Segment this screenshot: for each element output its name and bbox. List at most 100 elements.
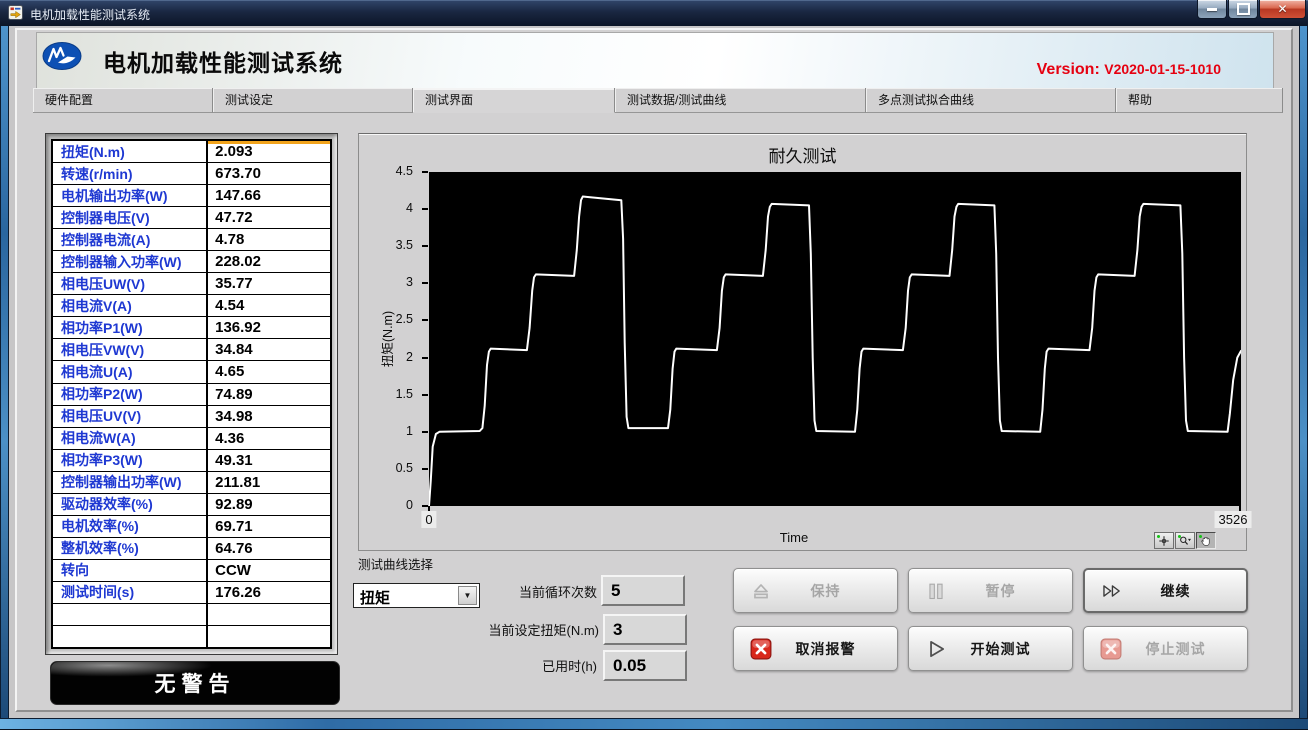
table-row: 相电压VW(V)34.84: [53, 339, 330, 361]
cycle-count-label: 当前循环次数: [427, 582, 597, 601]
continue-button[interactable]: 继续: [1083, 568, 1248, 613]
start-test-button[interactable]: 开始测试: [908, 626, 1073, 671]
maximize-icon: [1237, 3, 1250, 15]
eject-icon: [750, 580, 772, 602]
tab-hardware-config[interactable]: 硬件配置: [33, 88, 213, 113]
param-value-cell[interactable]: [208, 626, 330, 647]
param-value-cell[interactable]: 147.66: [208, 185, 330, 206]
y-tick-mark: [422, 394, 428, 396]
logo-icon: [42, 41, 82, 71]
table-row: 相功率P2(W)74.89: [53, 384, 330, 406]
param-value-cell[interactable]: 228.02: [208, 251, 330, 272]
app-icon: [8, 5, 23, 20]
crosshair-tool-icon[interactable]: [1154, 532, 1174, 549]
tab-label: 测试界面: [413, 88, 614, 113]
tab-bar: 硬件配置测试设定测试界面测试数据/测试曲线多点测试拟合曲线帮助: [33, 88, 1283, 114]
set-torque-label: 当前设定扭矩(N.m): [429, 620, 599, 639]
tab-test-interface[interactable]: 测试界面: [413, 88, 615, 113]
hold-button[interactable]: 保持: [733, 568, 898, 613]
param-label-cell: 扭矩(N.m): [53, 141, 208, 162]
param-label-cell: [53, 626, 208, 647]
button-label: 停止测试: [1146, 639, 1206, 659]
param-label-cell: 相电流W(A): [53, 428, 208, 449]
param-value-cell[interactable]: 35.77: [208, 273, 330, 294]
table-row: 测试时间(s)176.26: [53, 582, 330, 604]
param-value-cell[interactable]: 69.71: [208, 516, 330, 537]
param-value-cell[interactable]: 74.89: [208, 384, 330, 405]
pause-button[interactable]: 暂停: [908, 568, 1073, 613]
param-value-cell[interactable]: 4.54: [208, 295, 330, 316]
table-row: 电机效率(%)69.71: [53, 516, 330, 538]
hand-tool-icon[interactable]: [1196, 532, 1216, 549]
alarm-text: 无警告: [155, 668, 236, 698]
version-value: V2020-01-15-1010: [1104, 61, 1221, 77]
table-row: 相电压UW(V)35.77: [53, 273, 330, 295]
param-value-cell[interactable]: 4.78: [208, 229, 330, 250]
param-value-cell[interactable]: 92.89: [208, 494, 330, 515]
tab-label: 测试设定: [213, 88, 412, 113]
param-value-cell[interactable]: 47.72: [208, 207, 330, 228]
x-tick-mark: [1239, 506, 1241, 511]
table-row: [53, 626, 330, 647]
param-label-cell: 相电压UV(V): [53, 406, 208, 427]
version-label: Version:: [1037, 61, 1100, 78]
elapsed-time-value: 0.05: [603, 650, 687, 681]
close-button[interactable]: ✕: [1259, 0, 1306, 19]
param-value-cell[interactable]: 2.093: [208, 141, 330, 162]
param-label-cell: 测试时间(s): [53, 582, 208, 603]
tool-active-dot: [1199, 535, 1202, 538]
stop-test-button[interactable]: 停止测试: [1083, 626, 1248, 671]
plot-area[interactable]: [429, 172, 1241, 506]
chart-title: 耐久测试: [359, 142, 1246, 167]
maximize-button[interactable]: [1228, 0, 1258, 19]
cancel-alarm-button[interactable]: 取消报警: [733, 626, 898, 671]
minimize-button[interactable]: [1197, 0, 1227, 19]
page-title: 电机加载性能测试系统: [103, 44, 343, 78]
x-tick-label[interactable]: 0: [421, 511, 436, 528]
button-label: 保持: [811, 581, 841, 601]
param-value-cell[interactable]: 49.31: [208, 450, 330, 471]
fast-forward-icon: [1101, 580, 1123, 602]
y-tick-label: 1.5: [396, 387, 413, 401]
tab-test-data-curves[interactable]: 测试数据/测试曲线: [615, 88, 866, 113]
table-row: [53, 604, 330, 626]
param-label-cell: 转向: [53, 560, 208, 581]
button-label: 取消报警: [796, 639, 856, 659]
param-value-cell[interactable]: 176.26: [208, 582, 330, 603]
param-label-cell: [53, 604, 208, 625]
tab-multipoint-fit-curve[interactable]: 多点测试拟合曲线: [866, 88, 1116, 113]
param-label-cell: 转速(r/min): [53, 163, 208, 184]
param-value-cell[interactable]: [208, 604, 330, 625]
param-value-cell[interactable]: 34.98: [208, 406, 330, 427]
param-value-cell[interactable]: 136.92: [208, 317, 330, 338]
window-controls: ✕: [1197, 0, 1306, 19]
param-value-cell[interactable]: 34.84: [208, 339, 330, 360]
zoom-tool-icon[interactable]: [1175, 532, 1195, 549]
table-row: 驱动器效率(%)92.89: [53, 494, 330, 516]
param-value-cell[interactable]: CCW: [208, 560, 330, 581]
button-label: 开始测试: [971, 639, 1031, 659]
y-tick-mark: [422, 208, 428, 210]
param-label-cell: 相电压VW(V): [53, 339, 208, 360]
param-value-cell[interactable]: 4.65: [208, 361, 330, 382]
table-row: 整机效率(%)64.76: [53, 538, 330, 560]
tab-test-settings[interactable]: 测试设定: [213, 88, 413, 113]
table-row: 控制器输出功率(W)211.81: [53, 472, 330, 494]
measurement-panel: 扭矩(N.m)2.093转速(r/min)673.70电机输出功率(W)147.…: [45, 133, 338, 655]
table-row: 控制器电压(V)47.72: [53, 207, 330, 229]
table-row: 电机输出功率(W)147.66: [53, 185, 330, 207]
header: 电机加载性能测试系统 Version: V2020-01-15-1010: [36, 32, 1274, 90]
param-label-cell: 整机效率(%): [53, 538, 208, 559]
param-value-cell[interactable]: 4.36: [208, 428, 330, 449]
x-tick-label[interactable]: 3526: [1215, 511, 1252, 528]
param-value-cell[interactable]: 64.76: [208, 538, 330, 559]
window-frame-bottom: [0, 718, 1308, 730]
window-content: 电机加载性能测试系统 Version: V2020-01-15-1010 硬件配…: [9, 26, 1299, 718]
param-label-cell: 相电流V(A): [53, 295, 208, 316]
cancel-alarm-icon: [750, 638, 772, 660]
param-value-cell[interactable]: 211.81: [208, 472, 330, 493]
tab-help[interactable]: 帮助: [1116, 88, 1283, 113]
button-label: 继续: [1161, 581, 1191, 601]
param-value-cell[interactable]: 673.70: [208, 163, 330, 184]
set-torque-value: 3: [603, 614, 687, 645]
